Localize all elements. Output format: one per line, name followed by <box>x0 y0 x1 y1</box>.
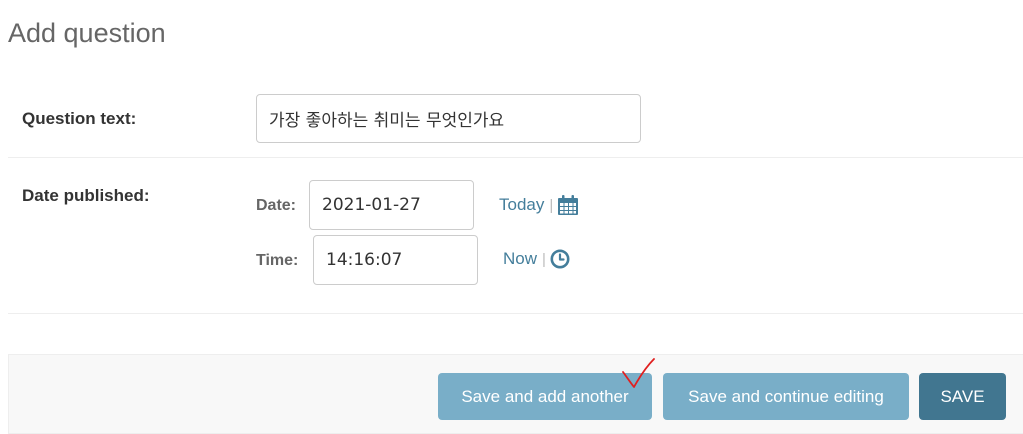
date-label: Date: <box>256 197 297 214</box>
today-link[interactable]: Today <box>499 195 544 215</box>
date-published-row: Date published: Date: 2021-01-27 Today | <box>8 157 1023 314</box>
shortcut-separator: | <box>542 250 546 268</box>
question-text-input[interactable]: 가장 좋아하는 취미는 무엇인가요 <box>256 94 641 143</box>
time-label: Time: <box>256 252 299 269</box>
question-text-value: 가장 좋아하는 취미는 무엇인가요 <box>269 111 505 131</box>
page-title: Add question <box>8 18 166 48</box>
save-and-add-another-button[interactable]: Save and add another <box>438 373 652 420</box>
submit-row: Save and add another Save and continue e… <box>8 354 1023 434</box>
time-shortcuts: Now | <box>503 249 570 269</box>
date-input[interactable]: 2021-01-27 <box>309 180 474 230</box>
date-published-label: Date published: <box>22 186 150 205</box>
save-and-continue-button[interactable]: Save and continue editing <box>663 373 909 420</box>
time-value: 14:16:07 <box>326 250 403 270</box>
question-text-row: Question text: 가장 좋아하는 취미는 무엇인가요 <box>8 82 1023 158</box>
date-shortcuts: Today | <box>499 194 579 216</box>
date-value: 2021-01-27 <box>322 195 421 215</box>
now-link[interactable]: Now <box>503 249 537 269</box>
clock-icon[interactable] <box>550 249 570 269</box>
shortcut-separator: | <box>549 196 554 214</box>
save-button[interactable]: SAVE <box>919 373 1006 420</box>
calendar-icon[interactable] <box>557 194 579 216</box>
time-input[interactable]: 14:16:07 <box>313 235 478 285</box>
question-text-label: Question text: <box>22 109 137 128</box>
admin-add-question-page: Add question Question text: 가장 좋아하는 취미는 … <box>0 0 1023 434</box>
